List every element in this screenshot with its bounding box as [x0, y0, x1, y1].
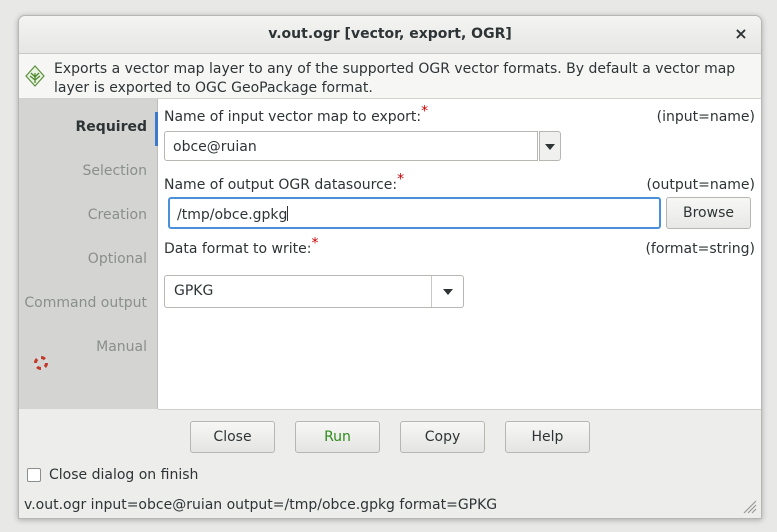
help-button[interactable]: Help: [505, 421, 590, 453]
copy-button[interactable]: Copy: [400, 421, 485, 453]
required-marker: *: [397, 171, 405, 188]
browse-button[interactable]: Browse: [666, 197, 751, 229]
tab-manual[interactable]: Manual: [96, 339, 147, 355]
run-button[interactable]: Run: [295, 421, 380, 453]
sidebar: Required Selection Creation Optional Com…: [19, 99, 158, 409]
output-label: Name of output OGR datasource:*: [164, 171, 405, 193]
description-panel: Exports a vector map layer to any of the…: [19, 54, 761, 99]
text-cursor: [287, 206, 289, 221]
input-dropdown-button[interactable]: [539, 131, 561, 161]
required-page: Name of input vector map to export:* (in…: [158, 99, 761, 410]
input-label: Name of input vector map to export:*: [164, 103, 429, 125]
required-marker: *: [311, 235, 319, 252]
tab-command-output[interactable]: Command output: [24, 295, 147, 311]
format-value: GPKG: [174, 283, 214, 299]
grass-logo-icon: [25, 65, 45, 87]
tab-optional[interactable]: Optional: [88, 251, 147, 267]
chevron-down-icon: [443, 289, 453, 295]
chevron-down-icon: [545, 144, 555, 150]
tab-creation[interactable]: Creation: [88, 207, 147, 223]
dialog-window: v.out.ogr [vector, export, OGR] × Export…: [18, 15, 762, 519]
close-on-finish-label: Close dialog on finish: [49, 467, 199, 483]
required-marker: *: [421, 103, 429, 120]
help-ring-icon: [34, 356, 48, 370]
close-button[interactable]: Close: [190, 421, 275, 453]
output-datasource-field[interactable]: /tmp/obce.gpkg: [168, 197, 661, 229]
description-text: Exports a vector map layer to any of the…: [54, 61, 736, 96]
output-param: (output=name): [646, 177, 755, 193]
format-param: (format=string): [645, 241, 755, 257]
tab-selection[interactable]: Selection: [82, 163, 147, 179]
close-on-finish-checkbox[interactable]: [27, 468, 41, 482]
format-separator: [431, 276, 432, 307]
tab-required[interactable]: Required: [76, 119, 147, 135]
title-bar[interactable]: v.out.ogr [vector, export, OGR] ×: [19, 16, 761, 54]
command-preview: v.out.ogr input=obce@ruian output=/tmp/o…: [24, 497, 498, 513]
resize-grip-icon[interactable]: [741, 498, 757, 514]
format-select[interactable]: GPKG: [164, 275, 464, 308]
close-icon[interactable]: ×: [733, 24, 749, 43]
format-label: Data format to write:*: [164, 235, 319, 257]
input-map-field[interactable]: obce@ruian: [164, 131, 538, 161]
input-param: (input=name): [656, 109, 755, 125]
window-title: v.out.ogr [vector, export, OGR]: [268, 26, 512, 42]
